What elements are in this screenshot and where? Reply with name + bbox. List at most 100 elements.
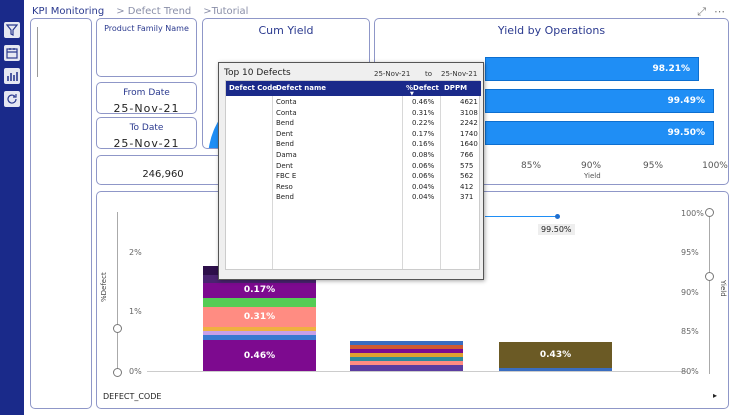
x-tick-85: 85%	[520, 161, 542, 171]
bar1-segment-purple[interactable]: 0.46%	[203, 340, 316, 371]
cum-yield-title: Cum Yield	[258, 24, 314, 37]
total-card: 246,960	[96, 155, 230, 185]
scroll-right-icon[interactable]: ▸	[713, 391, 717, 400]
row-defect-name: Conta	[276, 108, 297, 117]
row-pct-defect: 0.46%	[412, 98, 435, 106]
row-defect-name: Dama	[276, 151, 297, 159]
x-tick-90: 90%	[580, 161, 602, 171]
row-dppm: 2242	[460, 119, 478, 128]
to-date-label: To Date	[129, 123, 164, 133]
row-defect-name: Reso	[276, 182, 293, 191]
slicer-panel	[30, 18, 92, 409]
row-dppm: 3108	[460, 108, 478, 117]
more-options-icon[interactable]: ⋯	[714, 5, 725, 19]
top-defects-table: Defect Code Defect name %Defect DPPM ▼ C…	[225, 80, 481, 270]
bar1-label-046: 0.46%	[243, 351, 276, 361]
table-row[interactable]: FBC E 0.06% 562	[226, 171, 481, 182]
y-right-tick-90: 90%	[681, 288, 699, 297]
row-pct-defect: 0.17%	[412, 129, 435, 138]
y-left-tick-2: 2%	[129, 248, 142, 257]
header-dppm[interactable]: DPPM	[444, 84, 467, 92]
right-zoom-slider-handle[interactable]	[705, 272, 714, 281]
expand-icon[interactable]: ⤢	[697, 5, 706, 19]
product-family-label: Product Family Name	[104, 24, 189, 33]
from-date-box[interactable]: From Date 25-Nov-21	[96, 82, 197, 115]
y-left-tick-1: 1%	[129, 307, 142, 316]
operation-bar-3-label: 99.50%	[667, 128, 706, 138]
row-dppm: 575	[460, 161, 474, 170]
yield-point-label: 99.50%	[538, 224, 575, 235]
x-axis-label: Yield	[584, 172, 601, 180]
row-dppm: 766	[460, 151, 474, 159]
row-defect-name: Bend	[276, 193, 294, 202]
row-pct-defect: 0.31%	[412, 108, 435, 117]
row-defect-name: FBC E	[276, 172, 297, 181]
bar1-segment-dent[interactable]: 0.17%	[203, 283, 316, 298]
row-dppm: 1740	[460, 129, 478, 138]
row-pct-defect: 0.04%	[412, 182, 435, 191]
total-value: 246,960	[142, 169, 184, 180]
left-zoom-slider-handle-bottom[interactable]	[113, 368, 122, 377]
left-nav-bar	[0, 0, 24, 415]
y-right-tick-100: 100%	[681, 209, 704, 218]
yield-point[interactable]	[555, 214, 560, 219]
bar1-segment-pink[interactable]: 0.31%	[203, 307, 316, 327]
table-row[interactable]: Bend 0.22% 2242	[226, 118, 481, 129]
table-row[interactable]: Dent 0.17% 1740	[226, 129, 481, 140]
popup-to-label: to	[425, 70, 433, 78]
row-dppm: 4621	[460, 98, 478, 106]
row-defect-name: Conta	[276, 98, 297, 106]
x-tick-100: 100%	[702, 161, 728, 171]
table-row[interactable]: Conta 0.31% 3108	[226, 108, 481, 119]
yield-line	[485, 216, 558, 217]
header-defect-code[interactable]: Defect Code	[229, 84, 277, 92]
table-row[interactable]: Dent 0.06% 575	[226, 161, 481, 172]
y-right-axis-label: Yield	[719, 280, 727, 297]
to-date-value: 25-Nov-21	[113, 137, 180, 150]
row-dppm: 412	[460, 182, 474, 191]
table-row[interactable]: Bend 0.16% 1640	[226, 139, 481, 150]
from-date-label: From Date	[123, 88, 170, 98]
bar3-label-043: 0.43%	[539, 350, 572, 360]
row-pct-defect: 0.06%	[412, 161, 435, 170]
right-zoom-slider-handle-top[interactable]	[705, 208, 714, 217]
y-left-axis-label: %Defect	[100, 272, 108, 302]
breadcrumb: KPI Monitoring > Defect Trend >Tutorial	[32, 6, 248, 17]
calendar-icon[interactable]	[4, 45, 20, 61]
x-axis-line	[147, 371, 687, 372]
right-zoom-slider-track	[709, 212, 710, 374]
row-defect-name: Bend	[276, 140, 294, 149]
product-family-slicer[interactable]: Product Family Name	[96, 18, 197, 77]
breadcrumb-defect-trend[interactable]: > Defect Trend	[116, 6, 191, 17]
operation-bar-3[interactable]: 99.50%	[485, 121, 714, 145]
filter-icon[interactable]	[4, 22, 20, 38]
refresh-icon[interactable]	[4, 91, 20, 107]
table-row[interactable]: Bend 0.04% 371	[226, 192, 481, 203]
top-icons: ⤢ ⋯	[697, 5, 725, 19]
row-defect-name: Bend	[276, 119, 294, 128]
left-zoom-slider-handle[interactable]	[113, 324, 122, 333]
left-zoom-slider-track	[117, 212, 118, 374]
row-dppm: 1640	[460, 140, 478, 149]
table-row[interactable]: Conta 0.46% 4621	[226, 97, 481, 108]
breadcrumb-kpi-monitoring[interactable]: KPI Monitoring	[32, 6, 104, 17]
operation-bar-1[interactable]: 98.21%	[485, 57, 699, 81]
table-header: Defect Code Defect name %Defect DPPM ▼	[226, 81, 481, 97]
breadcrumb-tutorial[interactable]: >Tutorial	[203, 6, 248, 17]
row-dppm: 562	[460, 172, 474, 181]
top-10-defects-popup: Top 10 Defects 25-Nov-21 to 25-Nov-21 De…	[218, 62, 484, 280]
table-row[interactable]: Reso 0.04% 412	[226, 182, 481, 193]
operation-bar-2[interactable]: 99.49%	[485, 89, 714, 113]
bar-chart-icon[interactable]	[4, 68, 20, 84]
header-defect-name[interactable]: Defect name	[276, 84, 326, 92]
x-axis-label-defect-code: DEFECT_CODE	[103, 392, 162, 401]
slicer-scroll-line	[37, 27, 38, 77]
bar3-segment-olive[interactable]: 0.43%	[499, 342, 612, 368]
popup-date-to: 25-Nov-21	[441, 70, 478, 78]
bar1-segment-green[interactable]	[203, 298, 316, 307]
y-right-tick-85: 85%	[681, 327, 699, 336]
to-date-box[interactable]: To Date 25-Nov-21	[96, 117, 197, 150]
y-right-tick-80: 80%	[681, 367, 699, 376]
table-row[interactable]: Dama 0.08% 766	[226, 150, 481, 161]
yield-by-operations-title: Yield by Operations	[497, 24, 606, 37]
